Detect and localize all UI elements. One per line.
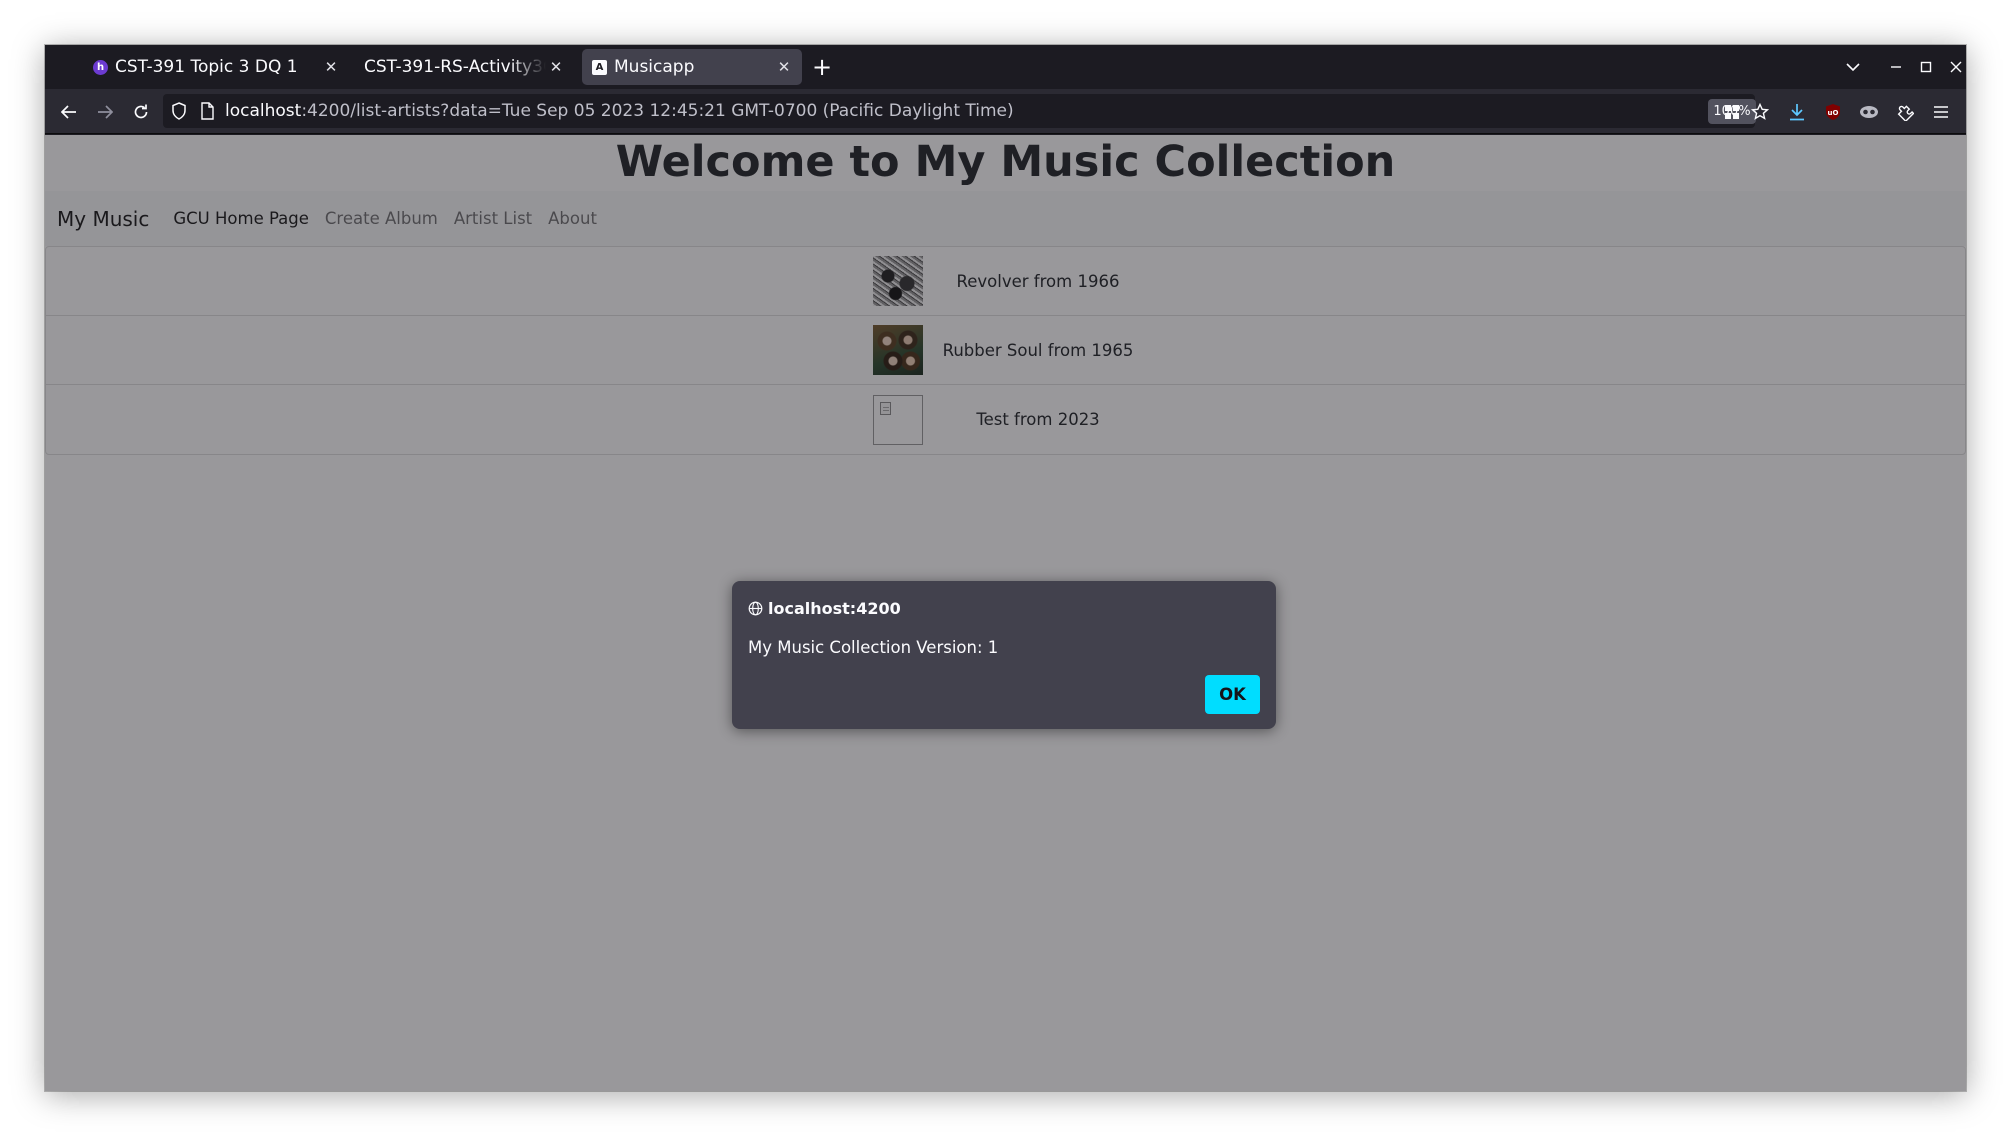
- reload-icon[interactable]: [127, 98, 155, 126]
- maximize-icon[interactable]: [1912, 53, 1940, 81]
- downloads-icon[interactable]: [1785, 100, 1809, 124]
- close-tab-icon[interactable]: ✕: [774, 57, 794, 77]
- tab-musicapp[interactable]: A Musicapp ✕: [582, 49, 802, 85]
- extensions-grid-icon[interactable]: [1720, 100, 1744, 124]
- page-info-icon[interactable]: [200, 102, 214, 124]
- address-bar[interactable]: localhost:4200/list-artists?data=Tue Sep…: [163, 94, 1756, 128]
- extensions-puzzle-icon[interactable]: [1893, 100, 1917, 124]
- tracking-protection-shield-icon[interactable]: [171, 102, 187, 124]
- close-tab-icon[interactable]: ✕: [321, 57, 341, 77]
- svg-text:uO: uO: [1828, 109, 1839, 117]
- bookmark-star-icon[interactable]: [1748, 100, 1772, 124]
- ublock-origin-icon[interactable]: uO: [1821, 100, 1845, 124]
- close-tab-icon[interactable]: ✕: [546, 57, 566, 77]
- list-all-tabs-icon[interactable]: [1839, 53, 1867, 81]
- tab-cst391-dq[interactable]: h CST-391 Topic 3 DQ 1 ✕: [93, 49, 349, 85]
- new-tab-button[interactable]: +: [809, 55, 835, 81]
- page-viewport: Welcome to My Music Collection My Music …: [45, 135, 1966, 1091]
- browser-window: h CST-391 Topic 3 DQ 1 ✕ CST-391-RS-Acti…: [45, 45, 1966, 1091]
- alert-dialog: localhost:4200 My Music Collection Versi…: [732, 581, 1276, 729]
- tab-label: CST-391 Topic 3 DQ 1: [115, 57, 298, 77]
- close-window-icon[interactable]: [1942, 53, 1966, 81]
- minimize-icon[interactable]: [1882, 53, 1910, 81]
- globe-icon: [748, 601, 763, 616]
- back-icon[interactable]: [55, 98, 83, 126]
- halo-favicon-icon: h: [93, 59, 108, 75]
- url-host: localhost: [225, 101, 302, 121]
- dialog-origin: localhost:4200: [748, 599, 901, 618]
- forward-icon[interactable]: [91, 98, 119, 126]
- dialog-origin-text: localhost:4200: [768, 599, 901, 618]
- private-mask-extension-icon[interactable]: [1857, 100, 1881, 124]
- url-path: :4200/list-artists?data=Tue Sep 05 2023 …: [301, 101, 1014, 121]
- url-text: localhost:4200/list-artists?data=Tue Sep…: [225, 101, 1014, 121]
- ok-button[interactable]: OK: [1205, 675, 1260, 714]
- tab-label: Musicapp: [614, 57, 695, 77]
- hamburger-menu-icon[interactable]: [1929, 100, 1953, 124]
- tab-label: CST-391-RS-Activity3Guide: [364, 57, 546, 77]
- dialog-message: My Music Collection Version: 1: [748, 638, 999, 657]
- tab-cst391-activity[interactable]: CST-391-RS-Activity3Guide ✕: [354, 49, 574, 85]
- navigation-toolbar: localhost:4200/list-artists?data=Tue Sep…: [45, 89, 1966, 134]
- angular-favicon-icon: A: [592, 59, 607, 75]
- tab-strip: h CST-391 Topic 3 DQ 1 ✕ CST-391-RS-Acti…: [45, 45, 1966, 89]
